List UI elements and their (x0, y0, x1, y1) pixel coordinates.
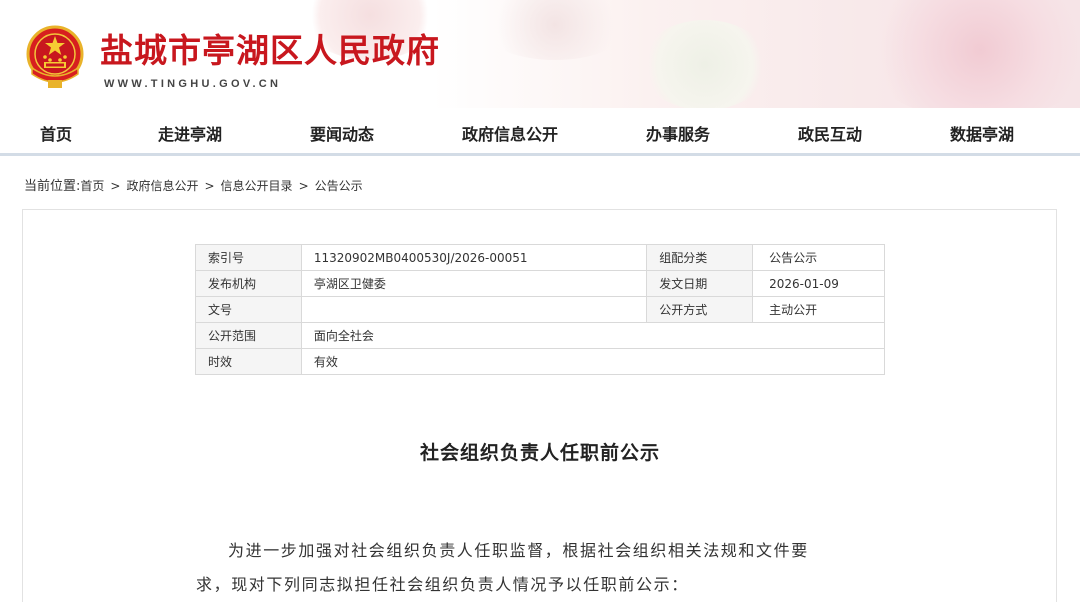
breadcrumb: 当前位置:首页 > 政府信息公开 > 信息公开目录 > 公告公示 (24, 175, 363, 194)
header-decoration (860, 0, 1080, 108)
meta-value: 公告公示 (752, 244, 885, 271)
breadcrumb-separator: > (110, 179, 121, 193)
meta-label: 时效 (195, 348, 302, 375)
nav-item-home[interactable]: 首页 (40, 121, 72, 145)
nav-item-interaction[interactable]: 政民互动 (798, 121, 862, 145)
meta-value: 2026-01-09 (752, 270, 885, 297)
nav-item-news[interactable]: 要闻动态 (310, 121, 374, 145)
table-row: 索引号 11320902MB0400530J/2026-00051 组配分类 公… (195, 244, 885, 271)
nav-item-services[interactable]: 办事服务 (646, 121, 710, 145)
breadcrumb-separator: > (298, 179, 309, 193)
meta-value: 11320902MB0400530J/2026-00051 (300, 244, 648, 271)
breadcrumb-separator: > (204, 179, 215, 193)
meta-label: 公开方式 (646, 296, 754, 323)
nav-item-data[interactable]: 数据亭湖 (950, 121, 1014, 145)
breadcrumb-link-catalog[interactable]: 信息公开目录 (221, 179, 293, 193)
document-title: 社会组织负责人任职前公示 (419, 442, 660, 464)
nav-item-gov-info[interactable]: 政府信息公开 (462, 121, 558, 145)
meta-label: 公开范围 (195, 322, 302, 349)
meta-value: 主动公开 (752, 296, 885, 323)
nav-item-about[interactable]: 走进亭湖 (158, 121, 222, 145)
site-header: 盐城市亭湖区人民政府 WWW.TINGHU.GOV.CN (0, 0, 1080, 108)
breadcrumb-lead: 当前位置: (24, 179, 81, 194)
site-url: WWW.TINGHU.GOV.CN (104, 78, 282, 90)
table-row: 发布机构 亭湖区卫健委 发文日期 2026-01-09 (195, 270, 885, 297)
meta-label: 发文日期 (646, 270, 754, 297)
breadcrumb-link-home[interactable]: 首页 (80, 179, 104, 193)
main-nav: 首页 走进亭湖 要闻动态 政府信息公开 办事服务 政民互动 数据亭湖 (0, 108, 1080, 156)
breadcrumb-link-notices[interactable]: 公告公示 (315, 179, 363, 193)
meta-label: 索引号 (195, 244, 302, 271)
table-row: 公开范围 面向全社会 (195, 322, 886, 349)
meta-label: 发布机构 (195, 270, 302, 297)
document-body: 为进一步加强对社会组织负责人任职监督，根据社会组织相关法规和文件要求，现对下列同… (196, 541, 809, 594)
table-row: 时效 有效 (195, 348, 886, 375)
meta-value: 有效 (300, 348, 886, 375)
meta-value: 面向全社会 (300, 322, 886, 349)
meta-value (300, 296, 648, 323)
site-title[interactable]: 盐城市亭湖区人民政府 (100, 24, 440, 72)
header-decoration (480, 0, 630, 60)
header-decoration (640, 20, 770, 108)
meta-label: 组配分类 (646, 244, 754, 271)
document-meta-table: 索引号 11320902MB0400530J/2026-00051 组配分类 公… (195, 244, 886, 375)
meta-value: 亭湖区卫健委 (300, 270, 648, 297)
table-row: 文号 公开方式 主动公开 (195, 296, 885, 323)
meta-label: 文号 (195, 296, 302, 323)
national-emblem-icon[interactable] (24, 24, 86, 92)
breadcrumb-link-gov-info[interactable]: 政府信息公开 (126, 179, 198, 193)
